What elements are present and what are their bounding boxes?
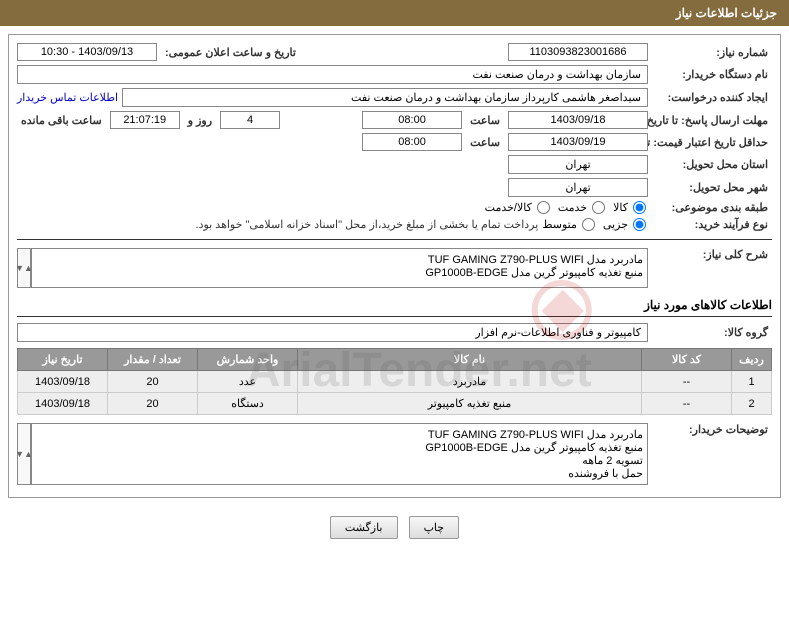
- deadline-send-date: 1403/09/18: [508, 111, 648, 129]
- radio-goods[interactable]: [633, 201, 646, 214]
- cell-name: منبع تغذیه کامپیوتر: [298, 393, 642, 415]
- cell-name: مادربرد: [298, 371, 642, 393]
- goods-group-field: کامپیوتر و فناوری اطلاعات-نرم افزار: [17, 323, 648, 342]
- button-bar: چاپ بازگشت: [0, 506, 789, 549]
- table-row: 2 -- منبع تغذیه کامپیوتر دستگاه 20 1403/…: [18, 393, 772, 415]
- city-label: شهر محل تحویل:: [652, 181, 772, 194]
- countdown-field: 21:07:19: [110, 111, 180, 129]
- print-button[interactable]: چاپ: [409, 516, 460, 539]
- remaining-label: ساعت باقی مانده: [17, 114, 106, 127]
- back-button[interactable]: بازگشت: [330, 516, 398, 539]
- th-date: تاریخ نیاز: [18, 349, 108, 371]
- validity-label: حداقل تاریخ اعتبار قیمت: تا تاریخ:: [652, 136, 772, 149]
- goods-info-title: اطلاعات کالاهای مورد نیاز: [17, 294, 772, 317]
- contact-link[interactable]: اطلاعات تماس خریدار: [17, 91, 118, 104]
- province-label: استان محل تحویل:: [652, 158, 772, 171]
- th-unit: واحد شمارش: [198, 349, 298, 371]
- buyer-org-field: سازمان بهداشت و درمان صنعت نفت: [17, 65, 648, 84]
- general-desc-label: شرح کلی نیاز:: [652, 248, 772, 261]
- cell-code: --: [642, 393, 732, 415]
- deadline-send-label: مهلت ارسال پاسخ: تا تاریخ:: [652, 114, 772, 127]
- cell-unit: عدد: [198, 371, 298, 393]
- cell-row: 2: [732, 393, 772, 415]
- validity-time: 08:00: [362, 133, 462, 151]
- page-header: جزئیات اطلاعات نیاز: [0, 0, 789, 26]
- need-no-field: 1103093823001686: [508, 43, 648, 61]
- province-field: تهران: [508, 155, 648, 174]
- announce-dt-label: تاریخ و ساعت اعلان عمومی:: [161, 46, 300, 59]
- main-panel: ArialTender.net شماره نیاز: 110309382300…: [8, 34, 781, 498]
- time-label-2: ساعت: [466, 136, 504, 149]
- days-value: 4: [220, 111, 280, 129]
- cell-row: 1: [732, 371, 772, 393]
- radio-service-label: خدمت: [558, 201, 587, 214]
- deadline-send-time: 08:00: [362, 111, 462, 129]
- radio-medium[interactable]: [582, 218, 595, 231]
- buy-note: پرداخت تمام یا بخشی از مبلغ خرید،از محل …: [196, 218, 539, 231]
- radio-service[interactable]: [592, 201, 605, 214]
- cell-unit: دستگاه: [198, 393, 298, 415]
- th-qty: تعداد / مقدار: [108, 349, 198, 371]
- cell-date: 1403/09/18: [18, 371, 108, 393]
- buyer-org-label: نام دستگاه خریدار:: [652, 68, 772, 81]
- buy-type-label: نوع فرآیند خرید:: [652, 218, 772, 231]
- goods-group-label: گروه کالا:: [652, 326, 772, 339]
- time-label-1: ساعت: [466, 114, 504, 127]
- category-label: طبقه بندی موضوعی:: [652, 201, 772, 214]
- radio-goods-label: کالا: [613, 201, 628, 214]
- th-name: نام کالا: [298, 349, 642, 371]
- requester-label: ایجاد کننده درخواست:: [652, 91, 772, 104]
- th-row: ردیف: [732, 349, 772, 371]
- cell-qty: 20: [108, 393, 198, 415]
- buy-type-radios: جزیی متوسط: [542, 218, 648, 231]
- announce-dt-field: 1403/09/13 - 10:30: [17, 43, 157, 61]
- scroll-icon[interactable]: ▲▼: [17, 423, 31, 485]
- cell-qty: 20: [108, 371, 198, 393]
- need-no-label: شماره نیاز:: [652, 46, 772, 59]
- radio-goodsservice[interactable]: [537, 201, 550, 214]
- requester-field: سیداصغر هاشمی کارپرداز سازمان بهداشت و د…: [122, 88, 648, 107]
- goods-table: ردیف کد کالا نام کالا واحد شمارش تعداد /…: [17, 348, 772, 415]
- radio-goodsservice-label: کالا/خدمت: [485, 201, 532, 214]
- buyer-notes-label: توضیحات خریدار:: [652, 423, 772, 436]
- validity-date: 1403/09/19: [508, 133, 648, 151]
- radio-small[interactable]: [633, 218, 646, 231]
- cell-code: --: [642, 371, 732, 393]
- radio-small-label: جزیی: [603, 218, 628, 231]
- days-and-label: روز و: [184, 114, 216, 127]
- scroll-icon[interactable]: ▲▼: [17, 248, 31, 288]
- radio-medium-label: متوسط: [542, 218, 577, 231]
- general-desc-box[interactable]: مادربرد مدل TUF GAMING Z790-PLUS WIFI من…: [31, 248, 648, 288]
- buyer-notes-box[interactable]: مادربرد مدل TUF GAMING Z790-PLUS WIFI من…: [31, 423, 648, 485]
- category-radios: کالا خدمت کالا/خدمت: [485, 201, 648, 214]
- th-code: کد کالا: [642, 349, 732, 371]
- city-field: تهران: [508, 178, 648, 197]
- cell-date: 1403/09/18: [18, 393, 108, 415]
- table-row: 1 -- مادربرد عدد 20 1403/09/18: [18, 371, 772, 393]
